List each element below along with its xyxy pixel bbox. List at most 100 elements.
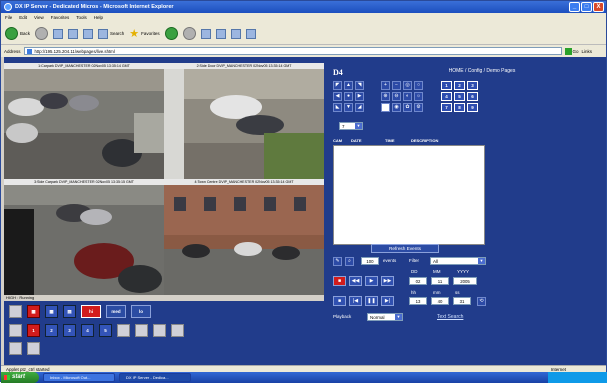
nav-links[interactable]: HOME / Config / Demo Pages bbox=[397, 68, 567, 74]
links-button[interactable]: Links bbox=[582, 49, 593, 54]
hour-input[interactable]: 13 bbox=[409, 297, 427, 305]
extra-blank-button[interactable] bbox=[27, 342, 40, 355]
stop-button[interactable] bbox=[53, 28, 64, 39]
light-icon[interactable]: ☼ bbox=[414, 92, 423, 101]
playback-select[interactable]: Normal bbox=[367, 313, 403, 321]
close-button[interactable]: X bbox=[593, 2, 604, 12]
keypad-7[interactable]: 7 bbox=[441, 103, 452, 112]
start-button[interactable]: start bbox=[1, 372, 39, 383]
goto-time-icon[interactable]: ⟲ bbox=[477, 297, 486, 306]
camera-view-1[interactable]: 1:Carpark DVIP_MANCHESTER 02Nov05 13:35:… bbox=[4, 63, 164, 179]
camera-button-2[interactable]: 2 bbox=[45, 324, 58, 337]
print-button[interactable] bbox=[215, 28, 226, 39]
layout-quad-button[interactable]: ▦ bbox=[27, 305, 40, 318]
play-button[interactable]: ▶ bbox=[365, 276, 378, 286]
text-search-link[interactable]: Text Search bbox=[437, 314, 463, 320]
media-button[interactable] bbox=[164, 27, 178, 40]
camera-select-blank[interactable] bbox=[153, 324, 166, 337]
keypad-1[interactable]: 1 bbox=[441, 81, 452, 90]
history-button[interactable] bbox=[182, 27, 196, 40]
keypad-2[interactable]: 2 bbox=[454, 81, 465, 90]
home-button[interactable] bbox=[83, 28, 94, 39]
ptz-left-button[interactable]: ◀ bbox=[333, 92, 342, 101]
camera-select-blank[interactable] bbox=[117, 324, 130, 337]
extra-blank-button[interactable] bbox=[9, 342, 22, 355]
auto-focus-icon[interactable]: ◐ bbox=[403, 92, 412, 101]
ptz-settings-icon[interactable]: ⚙ bbox=[414, 103, 423, 112]
second-input[interactable]: 31 bbox=[453, 297, 471, 305]
zoom-in-icon[interactable]: + bbox=[381, 81, 390, 90]
step-forward-button[interactable]: ▶| bbox=[381, 296, 394, 306]
minimize-button[interactable]: _ bbox=[569, 2, 580, 12]
filter-select[interactable]: All bbox=[430, 257, 486, 265]
ptz-right-button[interactable]: ▶ bbox=[355, 92, 364, 101]
camera-button-1[interactable]: 1 bbox=[27, 324, 40, 337]
rewind-button[interactable]: ◀◀ bbox=[349, 276, 362, 286]
record-ptz-icon[interactable] bbox=[381, 103, 390, 112]
menu-favorites[interactable]: Favorites bbox=[51, 13, 70, 23]
refresh-events-button[interactable]: Refresh Events bbox=[371, 244, 439, 253]
menu-file[interactable]: File bbox=[5, 13, 12, 23]
taskbar-item-inbox[interactable]: Inbox - Microsoft Out... bbox=[43, 373, 115, 382]
quality-med-button[interactable]: med bbox=[106, 305, 126, 318]
back-button[interactable]: Back bbox=[5, 27, 30, 40]
iris-close-icon[interactable]: ⊖ bbox=[392, 92, 401, 101]
month-input[interactable]: 11 bbox=[431, 277, 449, 285]
event-edit-icon[interactable]: ✎ bbox=[333, 257, 342, 266]
camera-button-3[interactable]: 3 bbox=[63, 324, 76, 337]
minute-input[interactable]: 40 bbox=[431, 297, 449, 305]
iris-open-icon[interactable]: ⊕ bbox=[381, 92, 390, 101]
go-button[interactable]: Go bbox=[564, 47, 579, 55]
camera-button-5[interactable]: 5 bbox=[99, 324, 112, 337]
pause-button[interactable]: ❚❚ bbox=[365, 296, 378, 306]
stop-button[interactable]: ■ bbox=[333, 296, 346, 306]
camera-view-2[interactable]: 2:Side Door DVIP_MANCHESTER 02Nov05 13:3… bbox=[164, 63, 324, 179]
keypad-8[interactable]: 8 bbox=[454, 103, 465, 112]
record-button[interactable]: ■ bbox=[333, 276, 346, 286]
favorites-button[interactable]: ★ Favorites bbox=[129, 28, 159, 39]
camera-view-3[interactable]: 3:Side Carpark DVIP_MANCHESTER 02Nov05 1… bbox=[4, 179, 164, 295]
step-back-button[interactable]: |◀ bbox=[349, 296, 362, 306]
ptz-down-right-button[interactable]: ◢ bbox=[355, 103, 364, 112]
taskbar-item-dx-server[interactable]: DX IP Server - Dedica... bbox=[119, 373, 191, 382]
year-input[interactable]: 2005 bbox=[453, 277, 477, 285]
quality-lo-button[interactable]: lo bbox=[131, 305, 151, 318]
camera-select-blank[interactable] bbox=[9, 324, 22, 337]
event-search-icon[interactable]: ⌕ bbox=[345, 257, 354, 266]
keypad-4[interactable]: 4 bbox=[441, 92, 452, 101]
day-input[interactable]: 02 bbox=[409, 277, 427, 285]
camera-view-4[interactable]: 4:Town Centre DVIP_MANCHESTER 02Nov05 13… bbox=[164, 179, 324, 295]
quality-hi-button[interactable]: hi bbox=[81, 305, 101, 318]
focus-near-icon[interactable]: ◎ bbox=[403, 81, 412, 90]
ptz-up-left-button[interactable]: ◤ bbox=[333, 81, 342, 90]
edit-button[interactable] bbox=[230, 28, 241, 39]
menu-view[interactable]: View bbox=[34, 13, 44, 23]
events-count-input[interactable]: 100 bbox=[361, 257, 379, 265]
refresh-button[interactable] bbox=[68, 28, 79, 39]
ptz-down-button[interactable]: ▼ bbox=[344, 103, 353, 112]
zoom-out-icon[interactable]: − bbox=[392, 81, 401, 90]
keypad-5[interactable]: 5 bbox=[454, 92, 465, 101]
focus-far-icon[interactable]: ○ bbox=[414, 81, 423, 90]
preset-select[interactable]: 7 bbox=[339, 122, 363, 130]
tour-icon[interactable]: ✿ bbox=[403, 103, 412, 112]
preset-icon[interactable]: ◉ bbox=[392, 103, 401, 112]
ptz-down-left-button[interactable]: ◣ bbox=[333, 103, 342, 112]
fast-forward-button[interactable]: ▶▶ bbox=[381, 276, 394, 286]
ptz-up-right-button[interactable]: ◥ bbox=[355, 81, 364, 90]
keypad-6[interactable]: 6 bbox=[467, 92, 478, 101]
layout-16-button[interactable]: ▤ bbox=[63, 305, 76, 318]
event-list[interactable] bbox=[333, 145, 485, 245]
layout-single-button[interactable] bbox=[9, 305, 22, 318]
menu-edit[interactable]: Edit bbox=[19, 13, 27, 23]
maximize-button[interactable]: □ bbox=[581, 2, 592, 12]
address-input[interactable]: http://195.125.204.11/webpages/live.shtm… bbox=[23, 47, 562, 55]
layout-9-button[interactable]: ▦ bbox=[45, 305, 58, 318]
camera-select-blank[interactable] bbox=[135, 324, 148, 337]
camera-button-4[interactable]: 4 bbox=[81, 324, 94, 337]
camera-select-blank[interactable] bbox=[171, 324, 184, 337]
menu-tools[interactable]: Tools bbox=[76, 13, 87, 23]
ptz-up-button[interactable]: ▲ bbox=[344, 81, 353, 90]
menu-help[interactable]: Help bbox=[94, 13, 103, 23]
mail-button[interactable] bbox=[200, 28, 211, 39]
